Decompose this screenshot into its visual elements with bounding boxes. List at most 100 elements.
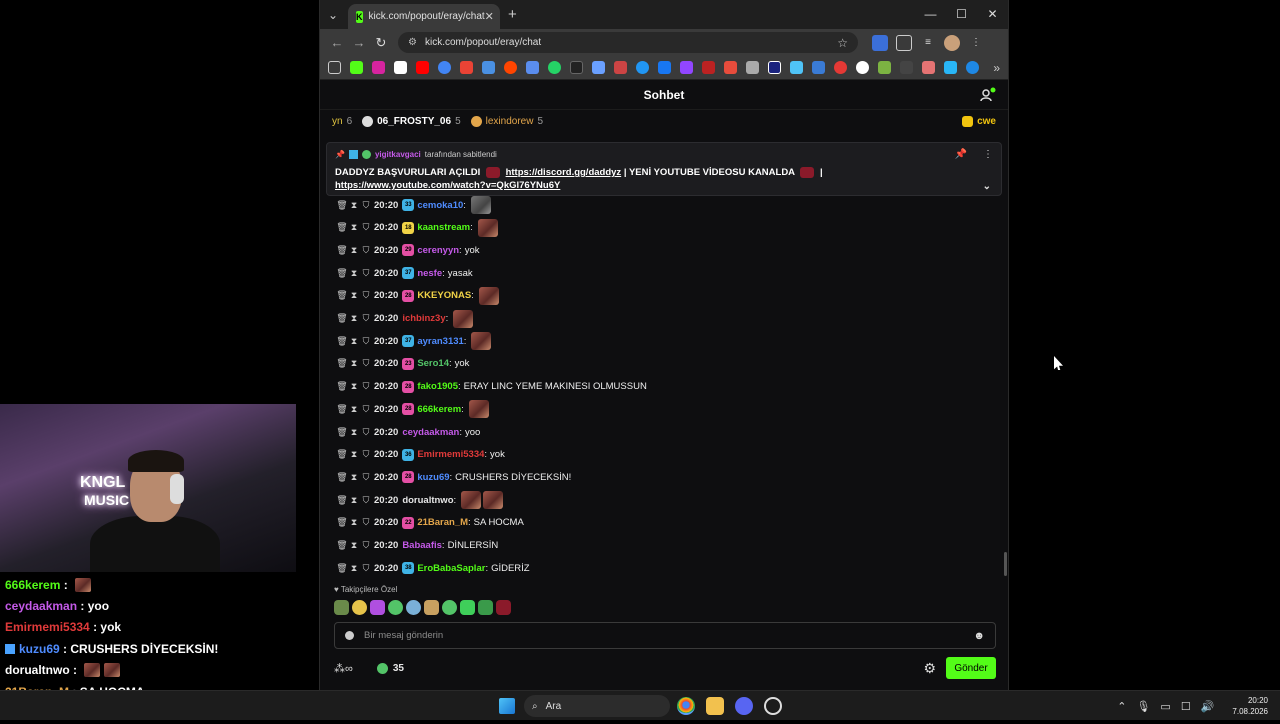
delete-message-icon[interactable]: 🗑 xyxy=(336,381,348,392)
bookmark-facebook-icon[interactable] xyxy=(658,61,671,74)
bookmark-whatsapp-icon[interactable] xyxy=(548,61,561,74)
timeout-hourglass-icon[interactable]: ⧗ xyxy=(348,563,360,574)
message-username[interactable]: ayran3131 xyxy=(417,336,463,347)
bookmark-icon[interactable] xyxy=(900,61,913,74)
ban-shield-icon[interactable]: ⛉ xyxy=(360,472,372,483)
message-username[interactable]: 21Baran_M xyxy=(417,517,468,528)
pinned-message[interactable]: 📌 yigitkavgaci tarafından sabitlendi 📌 ⋮… xyxy=(326,142,1002,196)
bookmark-icon[interactable] xyxy=(922,61,935,74)
message-username[interactable]: ichbinz3y xyxy=(402,313,445,324)
delete-message-icon[interactable]: 🗑 xyxy=(336,404,348,415)
delete-message-icon[interactable]: 🗑 xyxy=(336,290,348,301)
delete-message-icon[interactable]: 🗑 xyxy=(336,313,348,324)
reload-icon[interactable]: ↻ xyxy=(370,35,392,51)
bookmark-icon[interactable] xyxy=(944,61,957,74)
clock[interactable]: 20:20 7.08.2026 xyxy=(1232,695,1268,717)
chat-message-row[interactable]: 🗑 ⧗ ⛉ 20:20 28 kuzu69: CRUSHERS DİYECEKSİN! xyxy=(336,467,571,487)
youtube-link[interactable]: https://www.youtube.com/watch?v=QkGl76YN… xyxy=(335,180,560,191)
chat-message-row[interactable]: 🗑 ⧗ ⛉ 20:20 28 fako1905: ERAY LINC YEME MAKINE… xyxy=(336,377,647,397)
timeout-hourglass-icon[interactable]: ⧗ xyxy=(348,381,360,392)
message-username[interactable]: Sero14 xyxy=(417,358,449,369)
chat-message-row[interactable]: 🗑 ⧗ ⛉ 20:20 Babaafis: DİNLERSİN xyxy=(336,536,498,556)
delete-message-icon[interactable]: 🗑 xyxy=(336,268,348,279)
new-tab-plus-icon[interactable]: + xyxy=(508,6,517,23)
emote-button[interactable] xyxy=(442,600,457,615)
emote-button[interactable] xyxy=(424,600,439,615)
timeout-hourglass-icon[interactable]: ⧗ xyxy=(348,200,360,211)
microphone-icon[interactable]: 🎙 xyxy=(1136,700,1150,713)
timeout-hourglass-icon[interactable]: ⧗ xyxy=(348,495,360,506)
bookmark-icon[interactable] xyxy=(856,61,869,74)
quick-emotes-icon[interactable]: ⁂∞ xyxy=(334,662,353,675)
emote-button[interactable] xyxy=(388,600,403,615)
timeout-hourglass-icon[interactable]: ⧗ xyxy=(348,290,360,301)
ban-shield-icon[interactable]: ⛉ xyxy=(360,222,372,233)
chat-message-row[interactable]: 🗑 ⧗ ⛉ 20:20 33 cemoka10: xyxy=(336,195,491,215)
emote-button[interactable] xyxy=(496,600,511,615)
forward-arrow-icon[interactable]: → xyxy=(348,35,370,50)
profile-avatar-icon[interactable] xyxy=(944,34,960,51)
site-info-icon[interactable]: ⚙ xyxy=(408,37,417,48)
ban-shield-icon[interactable]: ⛉ xyxy=(360,563,372,574)
message-username[interactable]: 666kerem xyxy=(417,404,461,415)
timeout-hourglass-icon[interactable]: ⧗ xyxy=(348,472,360,483)
active-tab[interactable]: K kick.com/popout/eray/chat ✕ xyxy=(348,4,500,29)
bookmark-icon[interactable] xyxy=(482,61,495,74)
chat-message-row[interactable]: 🗑 ⧗ ⛉ 20:20 37 nesfe: yasak xyxy=(336,263,473,283)
maximize-icon[interactable]: ☐ xyxy=(946,0,977,29)
tab-search-chevron-icon[interactable]: ⌄ xyxy=(320,8,346,22)
start-windows-icon[interactable] xyxy=(499,698,515,714)
ban-shield-icon[interactable]: ⛉ xyxy=(360,358,372,369)
pinned-menu-icon[interactable]: ⋮ xyxy=(983,149,993,160)
display-icon[interactable]: ▭ xyxy=(1160,700,1170,713)
delete-message-icon[interactable]: 🗑 xyxy=(336,200,348,211)
bookmark-icon[interactable] xyxy=(636,61,649,74)
chat-message-row[interactable]: 🗑 ⧗ ⛉ 20:20 dorualtnwo: xyxy=(336,490,504,510)
send-button[interactable]: Gönder xyxy=(946,657,996,679)
file-explorer-icon[interactable] xyxy=(706,697,724,715)
timeout-hourglass-icon[interactable]: ⧗ xyxy=(348,336,360,347)
bookmark-reddit-icon[interactable] xyxy=(504,61,517,74)
chat-message-row[interactable]: 🗑 ⧗ ⛉ 20:20 ceydaakman: yoo xyxy=(336,422,480,442)
message-username[interactable]: kaanstream xyxy=(417,222,470,233)
timeout-hourglass-icon[interactable]: ⧗ xyxy=(348,540,360,551)
message-username[interactable]: fako1905 xyxy=(417,381,458,392)
message-username[interactable]: Babaafis xyxy=(402,540,442,551)
emote-button[interactable] xyxy=(352,600,367,615)
ban-shield-icon[interactable]: ⛉ xyxy=(360,245,372,256)
ban-shield-icon[interactable]: ⛉ xyxy=(360,290,372,301)
close-window-icon[interactable]: ✕ xyxy=(977,0,1008,29)
delete-message-icon[interactable]: 🗑 xyxy=(336,245,348,256)
bookmark-icon[interactable] xyxy=(834,61,847,74)
bookmark-icon[interactable] xyxy=(724,61,737,74)
chat-message-row[interactable]: 🗑 ⧗ ⛉ 20:20 28 KKEYONAS: xyxy=(336,286,499,306)
bookmark-x-icon[interactable] xyxy=(394,61,407,74)
expand-chevron-icon[interactable]: ⌄ xyxy=(983,180,991,193)
gifter-item[interactable]: cwe xyxy=(962,115,996,127)
gifter-item[interactable]: 06_FROSTY_06 5 xyxy=(362,115,461,127)
delete-message-icon[interactable]: 🗑 xyxy=(336,563,348,574)
chat-message-row[interactable]: 🗑 ⧗ ⛉ 20:20 23 Sero14: yok xyxy=(336,354,469,374)
ban-shield-icon[interactable]: ⛉ xyxy=(360,313,372,324)
unpin-icon[interactable]: 📌 xyxy=(955,149,967,160)
taskbar-search[interactable]: ⌕ Ara xyxy=(524,695,670,717)
media-control-icon[interactable]: ≡ xyxy=(920,35,936,51)
ban-shield-icon[interactable]: ⛉ xyxy=(360,495,372,506)
bookmark-icon[interactable] xyxy=(790,61,803,74)
message-username[interactable]: KKEYONAS xyxy=(417,290,471,301)
message-username[interactable]: ceydaakman xyxy=(402,427,459,438)
emote-button[interactable] xyxy=(370,600,385,615)
ban-shield-icon[interactable]: ⛉ xyxy=(360,427,372,438)
delete-message-icon[interactable]: 🗑 xyxy=(336,427,348,438)
emote-button[interactable] xyxy=(406,600,421,615)
timeout-hourglass-icon[interactable]: ⧗ xyxy=(348,427,360,438)
bookmark-icon[interactable] xyxy=(966,61,979,74)
ban-shield-icon[interactable]: ⛉ xyxy=(360,517,372,528)
bookmark-google-icon[interactable] xyxy=(438,61,451,74)
delete-message-icon[interactable]: 🗑 xyxy=(336,336,348,347)
ban-shield-icon[interactable]: ⛉ xyxy=(360,268,372,279)
discord-app-icon[interactable] xyxy=(735,697,753,715)
gifter-item[interactable]: yn 6 xyxy=(332,116,352,127)
message-username[interactable]: cemoka10 xyxy=(417,200,463,211)
ban-shield-icon[interactable]: ⛉ xyxy=(360,540,372,551)
